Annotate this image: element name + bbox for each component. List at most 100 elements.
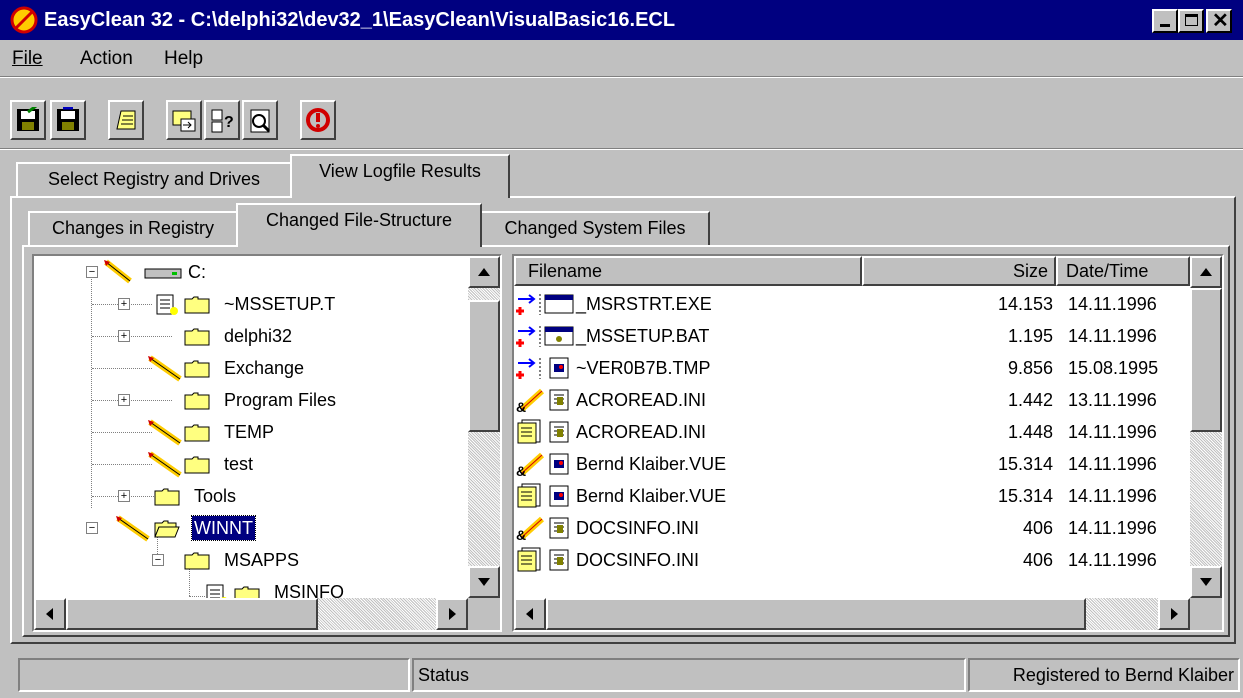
files-vscroll-thumb[interactable] <box>1190 288 1222 432</box>
file-row[interactable]: Bernd Klaiber.VUE 15.314 14.11.1996 <box>514 480 1184 512</box>
tree-node-exchange[interactable]: Exchange <box>34 352 474 384</box>
column-header-filename[interactable]: Filename <box>514 256 862 286</box>
tree-node-delphi32[interactable]: + delphi32 <box>34 320 474 352</box>
status-right-text: Registered to Bernd Klaiber <box>1012 665 1234 685</box>
expand-toggle[interactable]: + <box>118 394 130 406</box>
drive-icon <box>144 268 182 279</box>
scroll-corner <box>1190 598 1222 630</box>
expand-toggle[interactable]: + <box>118 298 130 310</box>
collapse-toggle[interactable]: − <box>152 554 164 566</box>
tree-node-msapps[interactable]: − MSAPPS <box>34 544 474 576</box>
analyze-button[interactable] <box>242 100 278 140</box>
stop-button[interactable] <box>300 100 336 140</box>
tree-node-program-files[interactable]: + Program Files <box>34 384 474 416</box>
files-scroll-up-button[interactable] <box>1190 256 1222 288</box>
save-icon <box>17 107 39 131</box>
menu-help[interactable]: Help <box>164 48 203 70</box>
file-name: DOCSINFO.INI <box>576 550 700 570</box>
tree-node-temp[interactable]: TEMP <box>34 416 474 448</box>
folder-tree[interactable]: − C: + ~MSSETUP.T + delphi32 Exchange + … <box>32 254 502 632</box>
files-scroll-left-button[interactable] <box>514 598 546 630</box>
ini-icon <box>549 549 569 571</box>
save-as-button[interactable] <box>50 100 86 140</box>
file-row[interactable]: ~VER0B7B.TMP 9.856 15.08.1995 <box>514 352 1184 384</box>
file-row[interactable]: & DOCSINFO.INI 406 14.11.1996 <box>514 512 1184 544</box>
file-name: DOCSINFO.INI <box>576 518 700 538</box>
menu-action[interactable]: Action <box>80 48 133 70</box>
file-row[interactable]: _MSRSTRT.EXE 14.153 14.11.1996 <box>514 288 1184 320</box>
folder-icon <box>184 392 210 410</box>
tree-node-test[interactable]: test <box>34 448 474 480</box>
tree-node-tools[interactable]: + Tools <box>34 480 474 512</box>
registry-help-button[interactable]: ? <box>204 100 240 140</box>
minimize-button[interactable] <box>1152 9 1178 33</box>
scroll-corner <box>468 598 500 630</box>
toolbar-divider <box>0 76 1243 78</box>
expand-toggle[interactable]: + <box>118 330 130 342</box>
open-log-button[interactable] <box>108 100 144 140</box>
copied-file-icon <box>517 483 541 508</box>
tree-vscroll-thumb[interactable] <box>468 300 500 432</box>
file-list[interactable]: Filename Size Date/Time _MSRSTRT.EXE 14.… <box>512 254 1224 632</box>
files-scroll-down-button[interactable] <box>1190 566 1222 598</box>
expand-toggle[interactable]: + <box>118 490 130 502</box>
tab-select-registry[interactable]: Select Registry and Drives <box>16 162 292 196</box>
menu-help-label: Help <box>164 48 204 69</box>
tab-changed-system-files-label: Changed System Files <box>504 218 686 238</box>
tab-changes-registry[interactable]: Changes in Registry <box>28 211 238 245</box>
tree-scroll-up-button[interactable] <box>468 256 500 288</box>
tree-node-c-drive[interactable]: − C: <box>34 256 474 288</box>
file-size: 1.195 <box>1007 326 1053 346</box>
tree-scroll-left-button[interactable] <box>34 598 66 630</box>
tree-line <box>92 432 152 433</box>
tree-scroll-right-button[interactable] <box>436 598 468 630</box>
folder-open-icon <box>154 520 180 538</box>
files-scroll-right-button[interactable] <box>1158 598 1190 630</box>
file-date: 13.11.1996 <box>1068 390 1157 410</box>
close-button[interactable]: ✕ <box>1206 9 1232 33</box>
tree-label: Exchange <box>224 358 305 378</box>
tab-view-logfile[interactable]: View Logfile Results <box>290 154 510 198</box>
collapse-toggle[interactable]: − <box>86 522 98 534</box>
file-row[interactable]: _MSSETUP.BAT 1.195 14.11.1996 <box>514 320 1184 352</box>
ini-icon <box>549 421 569 443</box>
export-button[interactable] <box>166 100 202 140</box>
tree-node-mssetup[interactable]: + ~MSSETUP.T <box>34 288 474 320</box>
tree-line <box>92 464 152 465</box>
file-size: 15.314 <box>997 486 1053 506</box>
modified-file-icon: & <box>516 388 545 413</box>
collapse-toggle[interactable]: − <box>86 266 98 278</box>
file-row[interactable]: & ACROREAD.INI 1.442 13.11.1996 <box>514 384 1184 416</box>
svg-text:&: & <box>516 463 526 477</box>
toolbar: ? <box>2 88 1243 148</box>
file-row[interactable]: DOCSINFO.INI 406 14.11.1996 <box>514 544 1184 576</box>
tree-node-winnt[interactable]: − WINNT <box>34 512 474 544</box>
menu-file[interactable]: File <box>12 48 43 70</box>
file-size: 15.314 <box>997 454 1053 474</box>
file-size: 14.153 <box>997 294 1053 314</box>
pencil-icon <box>148 451 182 478</box>
file-date: 14.11.1996 <box>1068 422 1157 442</box>
tree-scroll-down-button[interactable] <box>468 566 500 598</box>
column-header-size[interactable]: Size <box>862 256 1056 286</box>
tab-changed-file-structure-label: Changed File-Structure <box>265 210 453 230</box>
file-row[interactable]: ACROREAD.INI 1.448 14.11.1996 <box>514 416 1184 448</box>
title-bar[interactable]: EasyClean 32 - C:\delphi32\dev32_1\EasyC… <box>0 0 1243 40</box>
registry-help-icon: ? <box>211 109 234 133</box>
column-header-date-label: Date/Time <box>1066 261 1149 281</box>
file-date: 14.11.1996 <box>1068 550 1157 570</box>
modified-file-icon: & <box>516 516 545 541</box>
file-date: 14.11.1996 <box>1068 326 1157 346</box>
arrow-down-icon <box>1200 578 1212 586</box>
column-header-date[interactable]: Date/Time <box>1056 256 1190 286</box>
save-button[interactable] <box>10 100 46 140</box>
folder-icon <box>184 424 210 442</box>
tree-hscroll-thumb[interactable] <box>66 598 318 630</box>
tab-changed-system-files[interactable]: Changed System Files <box>480 211 710 245</box>
file-row[interactable]: & Bernd Klaiber.VUE 15.314 14.11.1996 <box>514 448 1184 480</box>
tab-changed-file-structure[interactable]: Changed File-Structure <box>236 203 482 247</box>
maximize-button[interactable] <box>1178 9 1204 33</box>
new-file-icon <box>516 294 541 315</box>
arrow-up-icon <box>1200 268 1212 276</box>
files-hscroll-thumb[interactable] <box>546 598 1086 630</box>
